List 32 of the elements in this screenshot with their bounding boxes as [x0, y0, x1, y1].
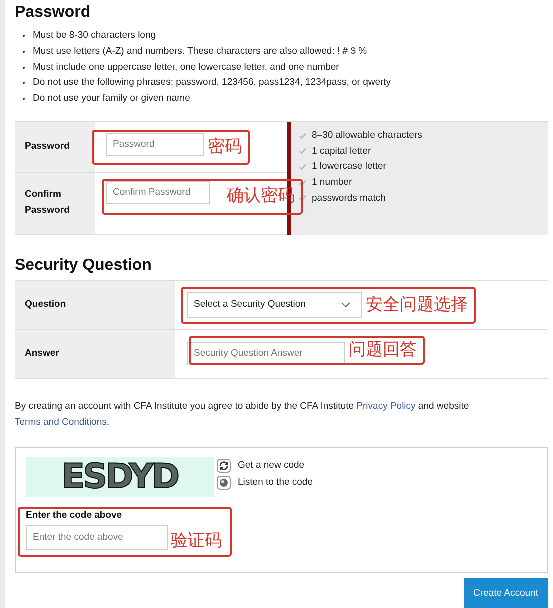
question-dropdown[interactable]: Select a Security Question: [187, 292, 362, 318]
requirement-text: 1 lowercase letter: [312, 161, 386, 172]
rule-text: Must use letters (A-Z) and numbers. These characters are also allowed: ! # $ %: [33, 44, 368, 59]
audio-icon: [217, 476, 231, 490]
requirement-text: 8–30 allowable characters: [312, 130, 422, 142]
field-label: Enter the code above: [26, 510, 124, 521]
create-account-button[interactable]: Create Account: [464, 578, 548, 608]
rule-text: Do not use your family or given name: [33, 92, 190, 106]
captcha-action[interactable]: Listen to the code: [217, 476, 313, 490]
password-field[interactable]: Confirm Password: [106, 180, 210, 204]
chevron-down-icon: [341, 302, 351, 308]
captcha-code: ESDYD: [26, 456, 214, 497]
code-field[interactable]: Enter the code above: [26, 524, 168, 550]
terms-text: By creating an account with CFA Institute you agree to abide by the CFA Institute Privacy Policy and website Terms and Conditions.: [15, 400, 470, 430]
field-label: Confirm Password: [15, 172, 95, 234]
section-heading: Password: [15, 3, 92, 22]
section-heading: Security Question: [15, 256, 153, 275]
requirement-text: 1 number: [312, 177, 352, 188]
rule-text: Must include one uppercase letter, one lowercase letter, and one number: [33, 60, 340, 75]
answer-field[interactable]: Security Question Answer: [187, 342, 345, 366]
text-link[interactable]: Terms and Conditions: [15, 416, 107, 428]
requirement-text: passwords match: [312, 192, 386, 204]
field-label: Answer: [15, 330, 175, 378]
field-label: Password: [15, 122, 95, 172]
rule-text: Must be 8-30 characters long: [33, 29, 156, 43]
password-field[interactable]: Password: [106, 132, 204, 156]
requirement-text: 1 capital letter: [312, 146, 372, 157]
field-label: Question: [15, 280, 175, 329]
text-link[interactable]: Privacy Policy: [356, 400, 416, 412]
captcha-action[interactable]: Get a new code: [217, 458, 313, 473]
rule-text: Do not use the following phrases: password, 123456, pass1234, 1234pass, or qwerty: [33, 76, 392, 90]
refresh-icon: [217, 458, 231, 473]
